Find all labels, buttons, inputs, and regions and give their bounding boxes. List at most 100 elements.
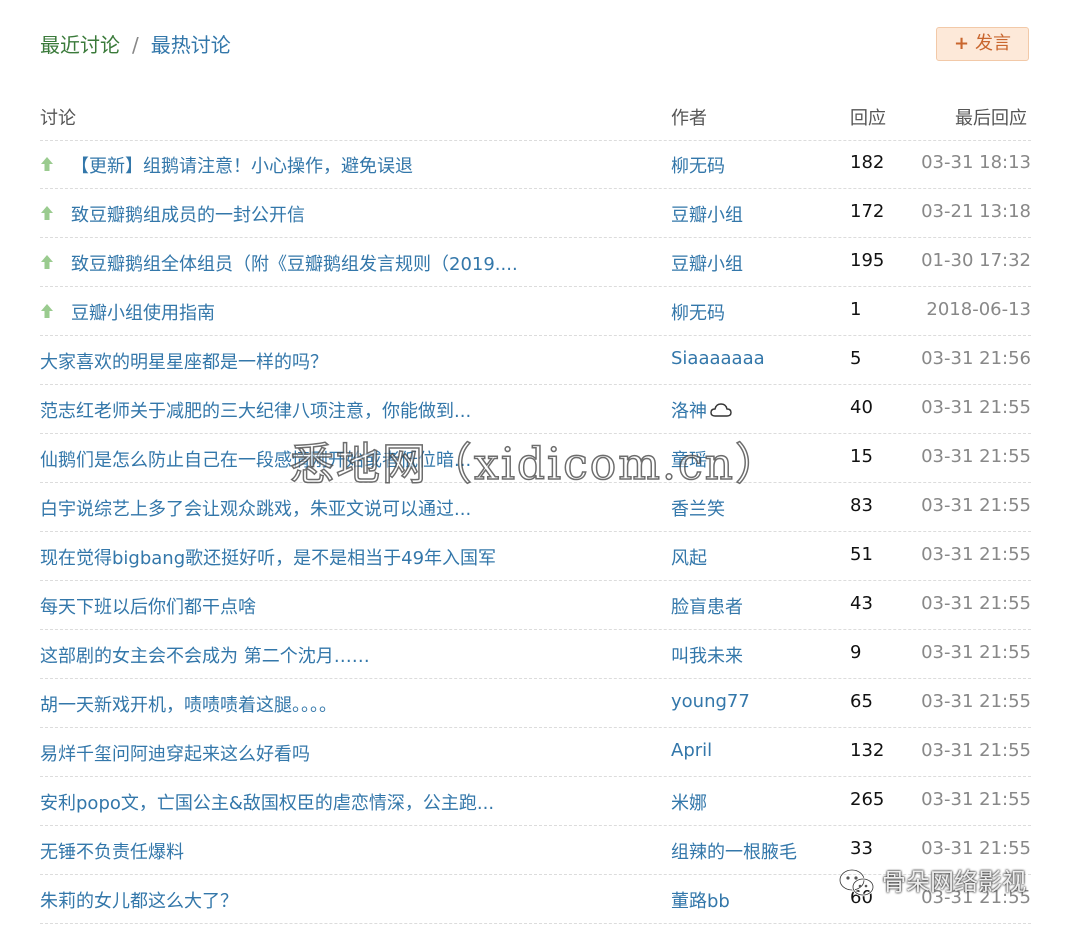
reply-count: 265 bbox=[850, 789, 885, 810]
author-name: 董路bb bbox=[671, 891, 730, 912]
reply-count: 1 bbox=[850, 299, 862, 320]
last-reply-time: 03-31 21:56 bbox=[921, 348, 1031, 369]
author-name: 豆瓣小组 bbox=[671, 254, 743, 275]
topic-row: 这部剧的女主会不会成为 第二个沈月…… 叫我未来 9 03-31 21:55 bbox=[40, 630, 1031, 679]
pinned-arrow-icon bbox=[40, 303, 54, 319]
topic-author-link[interactable]: 风起 bbox=[671, 544, 707, 570]
author-name: Siaaaaaaa bbox=[671, 348, 765, 369]
topic-author-link[interactable]: Siaaaaaaa bbox=[671, 348, 765, 369]
topic-title-link[interactable]: 胡一天新戏开机，啧啧啧着这腿。。。。 bbox=[40, 691, 337, 717]
topic-title-link[interactable]: 现在觉得bigbang歌还挺好听，是不是相当于49年入国军 bbox=[40, 544, 496, 570]
topic-author-link[interactable]: young77 bbox=[671, 691, 750, 712]
topic-title-link[interactable]: 白宇说综艺上多了会让观众跳戏，朱亚文说可以通过... bbox=[40, 495, 471, 521]
topic-author-link[interactable]: 洛神 bbox=[671, 397, 732, 423]
discussion-page: 最近讨论 / 最热讨论 + 发言 讨论 作者 回应 最后回应 【更新】组鹅请注意！小心… bbox=[0, 0, 1080, 930]
topic-row: 安利popo文，亡国公主&敌国权臣的虐恋情深，公主跑... 米娜 265 03-31 … bbox=[40, 777, 1031, 826]
topic-title-link[interactable]: 无锤不负责任爆料 bbox=[40, 838, 184, 864]
reply-count: 9 bbox=[850, 642, 862, 663]
topic-row: 致豆瓣鹅组全体组员（附《豆瓣鹅组发言规则（2019.... 豆瓣小组 195 01-3… bbox=[40, 238, 1031, 287]
topic-title-link[interactable]: 致豆瓣鹅组成员的一封公开信 bbox=[71, 201, 305, 227]
new-post-label: 发言 bbox=[975, 33, 1012, 54]
topic-row: 【更新】组鹅请注意！小心操作，避免误退 柳无码 182 03-31 18:13 bbox=[40, 140, 1031, 189]
last-reply-time: 03-31 21:55 bbox=[921, 593, 1031, 614]
topic-author-link[interactable]: 柳无码 bbox=[671, 152, 725, 178]
last-reply-time: 01-30 17:32 bbox=[921, 250, 1031, 271]
topic-author-link[interactable]: 脸盲患者 bbox=[671, 593, 743, 619]
header-last-reply: 最后回应 bbox=[955, 108, 1027, 129]
topic-author-link[interactable]: 童瑶 bbox=[671, 446, 707, 472]
topic-title-link[interactable]: 范志红老师关于减肥的三大纪律八项注意，你能做到... bbox=[40, 397, 471, 423]
topic-author-link[interactable]: 董路bb bbox=[671, 887, 730, 913]
reply-count: 172 bbox=[850, 201, 885, 222]
new-post-button[interactable]: + 发言 bbox=[936, 27, 1029, 61]
reply-count: 40 bbox=[850, 397, 873, 418]
author-name: 组辣的一根腋毛 bbox=[671, 842, 797, 863]
header-topic: 讨论 bbox=[40, 108, 76, 129]
author-name: 柳无码 bbox=[671, 303, 725, 324]
topic-title-link[interactable]: 仙鹅们是怎么防止自己在一段感情刚开始或者低位暗... bbox=[40, 446, 471, 472]
reply-count: 33 bbox=[850, 838, 873, 859]
topic-author-link[interactable]: 叫我未来 bbox=[671, 642, 743, 668]
author-name: 童瑶 bbox=[671, 450, 707, 471]
last-reply-time: 03-31 21:55 bbox=[921, 446, 1031, 467]
pinned-arrow-icon bbox=[40, 156, 54, 172]
author-name: 风起 bbox=[671, 548, 707, 569]
author-name: young77 bbox=[671, 691, 750, 712]
topic-row: 豆瓣小组使用指南 柳无码 1 2018-06-13 bbox=[40, 287, 1031, 336]
last-reply-time: 03-31 21:55 bbox=[921, 887, 1031, 908]
topic-author-link[interactable]: 柳无码 bbox=[671, 299, 725, 325]
last-reply-time: 03-31 18:13 bbox=[921, 152, 1031, 173]
topic-row: 朱莉的女儿都这么大了？ 董路bb 60 03-31 21:55 bbox=[40, 875, 1031, 924]
topic-row: 致豆瓣鹅组成员的一封公开信 豆瓣小组 172 03-21 13:18 bbox=[40, 189, 1031, 238]
topic-row: 大家喜欢的明星星座都是一样的吗？ Siaaaaaaa 5 03-31 21:56 bbox=[40, 336, 1031, 385]
discussion-tabs: 最近讨论 / 最热讨论 bbox=[40, 30, 231, 60]
reply-count: 5 bbox=[850, 348, 862, 369]
topic-row: 无锤不负责任爆料 组辣的一根腋毛 33 03-31 21:55 bbox=[40, 826, 1031, 875]
last-reply-time: 03-31 21:55 bbox=[921, 691, 1031, 712]
author-name: 脸盲患者 bbox=[671, 597, 743, 618]
topic-title-link[interactable]: 【更新】组鹅请注意！小心操作，避免误退 bbox=[71, 152, 413, 178]
topic-author-link[interactable]: 组辣的一根腋毛 bbox=[671, 838, 797, 864]
topic-row: 易烊千玺问阿迪穿起来这么好看吗 April 132 03-31 21:55 bbox=[40, 728, 1031, 777]
cloud-icon bbox=[710, 402, 732, 423]
author-name: 洛神 bbox=[671, 401, 707, 422]
topic-row: 现在觉得bigbang歌还挺好听，是不是相当于49年入国军 风起 51 03-31 2… bbox=[40, 532, 1031, 581]
reply-count: 132 bbox=[850, 740, 885, 761]
author-name: 香兰笑 bbox=[671, 499, 725, 520]
topic-title-link[interactable]: 致豆瓣鹅组全体组员（附《豆瓣鹅组发言规则（2019.... bbox=[71, 250, 518, 276]
topic-row: 每天下班以后你们都干点啥 脸盲患者 43 03-31 21:55 bbox=[40, 581, 1031, 630]
topic-title-link[interactable]: 这部剧的女主会不会成为 第二个沈月…… bbox=[40, 642, 370, 668]
topic-author-link[interactable]: 米娜 bbox=[671, 789, 707, 815]
table-header: 讨论 作者 回应 最后回应 bbox=[40, 92, 1031, 141]
last-reply-time: 03-31 21:55 bbox=[921, 642, 1031, 663]
topic-row: 仙鹅们是怎么防止自己在一段感情刚开始或者低位暗... 童瑶 15 03-31 21:5… bbox=[40, 434, 1031, 483]
topic-author-link[interactable]: April bbox=[671, 740, 712, 761]
topic-title-link[interactable]: 朱莉的女儿都这么大了？ bbox=[40, 887, 238, 913]
topic-title-link[interactable]: 安利popo文，亡国公主&敌国权臣的虐恋情深，公主跑... bbox=[40, 789, 494, 815]
author-name: 柳无码 bbox=[671, 156, 725, 177]
tab-separator: / bbox=[132, 33, 139, 57]
tab-recent-discussions[interactable]: 最近讨论 bbox=[40, 33, 120, 57]
topic-title-link[interactable]: 豆瓣小组使用指南 bbox=[71, 299, 215, 325]
author-name: 叫我未来 bbox=[671, 646, 743, 667]
last-reply-time: 03-31 21:55 bbox=[921, 397, 1031, 418]
tab-hot-discussions[interactable]: 最热讨论 bbox=[151, 33, 231, 57]
topic-title-link[interactable]: 易烊千玺问阿迪穿起来这么好看吗 bbox=[40, 740, 310, 766]
topic-title-link[interactable]: 每天下班以后你们都干点啥 bbox=[40, 593, 256, 619]
topic-author-link[interactable]: 香兰笑 bbox=[671, 495, 725, 521]
topic-list: 【更新】组鹅请注意！小心操作，避免误退 柳无码 182 03-31 18:13 致豆瓣鹅… bbox=[40, 140, 1031, 924]
author-name: 豆瓣小组 bbox=[671, 205, 743, 226]
topic-author-link[interactable]: 豆瓣小组 bbox=[671, 250, 743, 276]
reply-count: 83 bbox=[850, 495, 873, 516]
topic-row: 白宇说综艺上多了会让观众跳戏，朱亚文说可以通过... 香兰笑 83 03-31 21:… bbox=[40, 483, 1031, 532]
reply-count: 182 bbox=[850, 152, 885, 173]
topic-row: 胡一天新戏开机，啧啧啧着这腿。。。。 young77 65 03-31 21:55 bbox=[40, 679, 1031, 728]
reply-count: 60 bbox=[850, 887, 873, 908]
topic-title-link[interactable]: 大家喜欢的明星星座都是一样的吗？ bbox=[40, 348, 328, 374]
last-reply-time: 03-31 21:55 bbox=[921, 838, 1031, 859]
topic-row: 范志红老师关于减肥的三大纪律八项注意，你能做到... 洛神 40 03-31 21:5… bbox=[40, 385, 1031, 434]
reply-count: 51 bbox=[850, 544, 873, 565]
topic-author-link[interactable]: 豆瓣小组 bbox=[671, 201, 743, 227]
last-reply-time: 03-21 13:18 bbox=[921, 201, 1031, 222]
pinned-arrow-icon bbox=[40, 254, 54, 270]
